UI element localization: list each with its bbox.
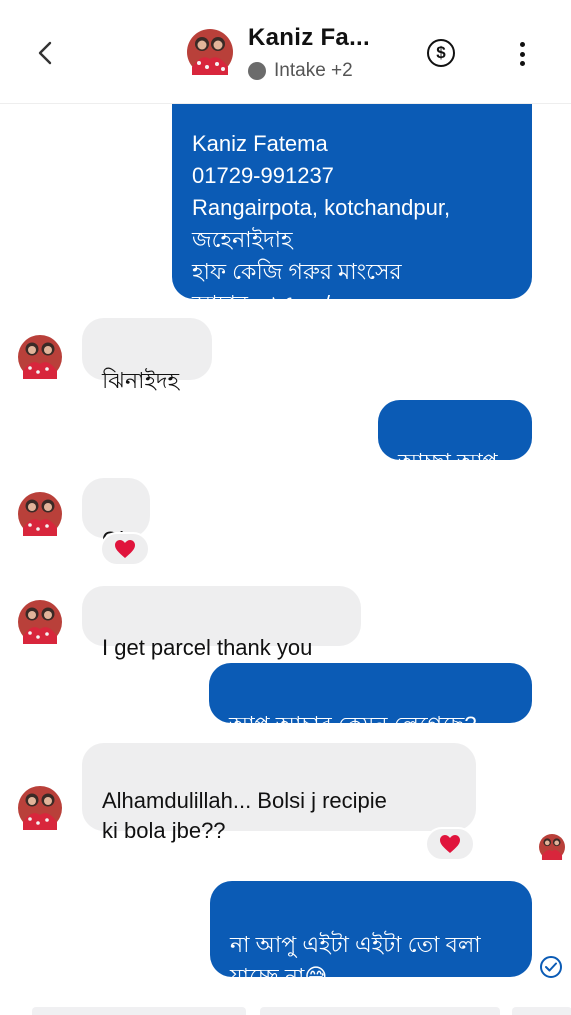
message-bubble-incoming[interactable]: Ok [82, 478, 150, 552]
reaction-heart-icon[interactable] [425, 827, 475, 861]
dollar-icon[interactable]: $ [427, 39, 455, 67]
message-text: আপু আচার কেমন লেগেছে? [229, 712, 477, 737]
contact-subtitle[interactable]: Intake +2 [248, 60, 353, 82]
message-bubble-outgoing[interactable]: আচ্ছা আপু [378, 400, 532, 474]
contact-subtitle-label: Intake +2 [274, 60, 353, 81]
sender-avatar[interactable] [18, 786, 62, 830]
message-text: Alhamdulillah... Bolsi j recipie ki bola… [102, 788, 387, 843]
message-text: না আপু এইটা এইটা তো বলা যাচ্ছে না😅 [230, 932, 481, 989]
message-text: ঝিনাইদহ [102, 368, 180, 393]
conversation-header: Kaniz Fa... Intake +2 $ [0, 0, 571, 104]
message-text: Kaniz Fatema 01729-991237 Rangairpota, k… [192, 131, 451, 316]
message-bubble-incoming[interactable]: I get parcel thank you [82, 586, 361, 660]
message-text: I get parcel thank you [102, 635, 313, 660]
message-text: আচ্ছা আপু [398, 449, 498, 474]
message-bubble-outgoing[interactable]: আপু আচার কেমন লেগেছে? [209, 663, 532, 737]
reaction-heart-icon[interactable] [100, 532, 150, 566]
message-bubble-incoming[interactable]: ঝিনাইদহ [82, 318, 212, 393]
quick-reply-strip [0, 1005, 571, 1015]
sent-check-icon [540, 956, 562, 978]
sender-avatar[interactable] [18, 492, 62, 536]
sender-avatar[interactable] [18, 600, 62, 644]
more-options-icon[interactable] [512, 40, 532, 68]
message-bubble-outgoing[interactable]: না আপু এইটা এইটা তো বলা যাচ্ছে না😅 [210, 881, 532, 989]
message-bubble-incoming[interactable]: Alhamdulillah... Bolsi j recipie ki bola… [82, 743, 476, 843]
read-receipt-avatar [539, 834, 565, 860]
back-arrow-icon[interactable] [30, 36, 60, 70]
sender-avatar[interactable] [18, 335, 62, 379]
contact-avatar[interactable] [187, 29, 233, 75]
contact-name[interactable]: Kaniz Fa... [248, 24, 370, 52]
message-bubble-outgoing[interactable]: Kaniz Fatema 01729-991237 Rangairpota, k… [172, 84, 532, 316]
status-dot [248, 62, 266, 80]
